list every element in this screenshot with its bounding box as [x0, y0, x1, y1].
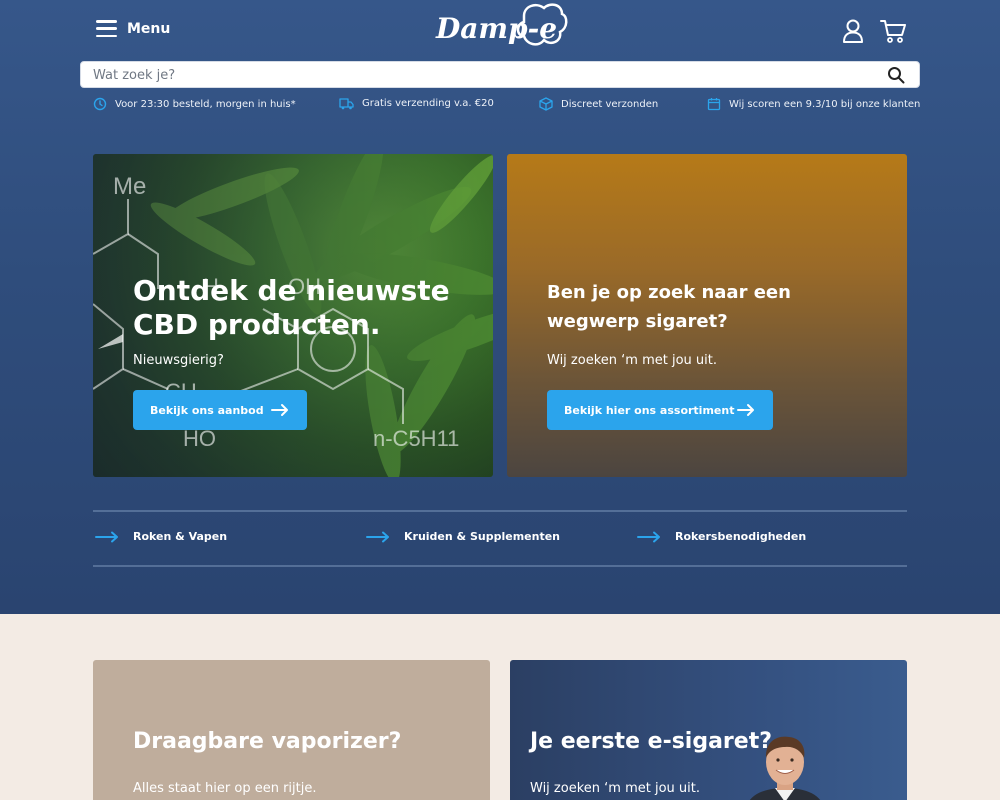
usp-rating: Wij scoren een 9.3/10 bij onze klanten — [707, 97, 920, 111]
hamburger-icon — [96, 20, 117, 37]
wegwerp-title-line2: wegwerp sigaret? — [547, 311, 728, 332]
arrow-right-icon — [271, 404, 288, 416]
esigaret-promo-card[interactable]: Je eerste e-sigaret? Wij zoeken ‘m met j… — [510, 660, 907, 800]
logo[interactable]: Damp-e — [432, 2, 568, 58]
cbd-card-title: Ontdek de nieuwste CBD producten. — [133, 274, 450, 342]
cbd-promo-card[interactable]: Me OH H CH HO n-C5H11 Ontdek de nieuwste… — [93, 154, 493, 477]
cart-icon[interactable] — [880, 19, 906, 43]
esigaret-card-title: Je eerste e-sigaret? — [530, 729, 772, 754]
category-divider-top — [93, 510, 907, 512]
wegwerp-cta-button[interactable]: Bekijk hier ons assortiment — [547, 390, 773, 430]
arrow-right-icon — [95, 531, 118, 542]
vaporizer-card-subtitle: Alles staat hier op een rijtje. — [133, 781, 317, 796]
clock-icon — [93, 97, 107, 111]
arrow-right-icon — [366, 531, 389, 542]
wegwerp-cta-label: Bekijk hier ons assortiment — [564, 403, 735, 417]
usp-text: Wij scoren een 9.3/10 bij onze klanten — [729, 98, 921, 110]
user-icon[interactable] — [842, 19, 864, 43]
category-divider-bottom — [93, 565, 907, 567]
category-label: Kruiden & Supplementen — [404, 530, 561, 543]
cbd-title-line2: CBD producten. — [133, 308, 381, 341]
molecule-label-me: Me — [113, 173, 146, 200]
arrow-right-icon — [737, 404, 754, 416]
cbd-cta-button[interactable]: Bekijk ons aanbod — [133, 390, 307, 430]
calendar-icon — [707, 98, 721, 111]
usp-shipping: Gratis verzending v.a. €20 — [339, 97, 494, 110]
vaporizer-promo-card[interactable]: Draagbare vaporizer? Alles staat hier op… — [93, 660, 490, 800]
vaporizer-card-title: Draagbare vaporizer? — [133, 729, 402, 754]
wegwerp-title-line1: Ben je op zoek naar een — [547, 282, 791, 303]
wegwerp-card-subtitle: Wij zoeken ‘m met jou uit. — [547, 353, 717, 368]
usp-text: Gratis verzending v.a. €20 — [362, 98, 494, 109]
wegwerp-card-title: Ben je op zoek naar een wegwerp sigaret? — [547, 278, 791, 336]
usp-text: Voor 23:30 besteld, morgen in huis* — [115, 98, 296, 110]
category-label: Roken & Vapen — [133, 530, 228, 543]
category-link-kruiden[interactable]: Kruiden & Supplementen — [366, 530, 560, 543]
cbd-title-line1: Ontdek de nieuwste — [133, 274, 450, 307]
cbd-card-subtitle: Nieuwsgierig? — [133, 353, 224, 368]
search-bar — [80, 61, 920, 88]
usp-discreet: Discreet verzonden — [539, 97, 658, 111]
logo-text: Damp-e — [436, 12, 558, 45]
category-label: Rokersbenodigheden — [675, 530, 807, 543]
menu-label: Menu — [127, 20, 171, 37]
usp-text: Discreet verzonden — [561, 98, 659, 110]
arrow-right-icon — [637, 531, 660, 542]
category-link-rokersbenodigheden[interactable]: Rokersbenodigheden — [637, 530, 806, 543]
search-input[interactable] — [93, 65, 873, 85]
molecule-label-pentyl: n-C5H11 — [373, 426, 459, 451]
package-icon — [539, 97, 553, 111]
usp-delivery: Voor 23:30 besteld, morgen in huis* — [93, 97, 296, 111]
search-icon[interactable] — [887, 66, 905, 84]
menu-button[interactable]: Menu — [96, 20, 170, 37]
truck-icon — [339, 98, 354, 110]
cbd-cta-label: Bekijk ons aanbod — [150, 403, 264, 417]
esigaret-card-subtitle: Wij zoeken ‘m met jou uit. — [530, 781, 700, 796]
wegwerp-promo-card[interactable]: Ben je op zoek naar een wegwerp sigaret?… — [507, 154, 907, 477]
category-link-roken-vapen[interactable]: Roken & Vapen — [95, 530, 227, 543]
